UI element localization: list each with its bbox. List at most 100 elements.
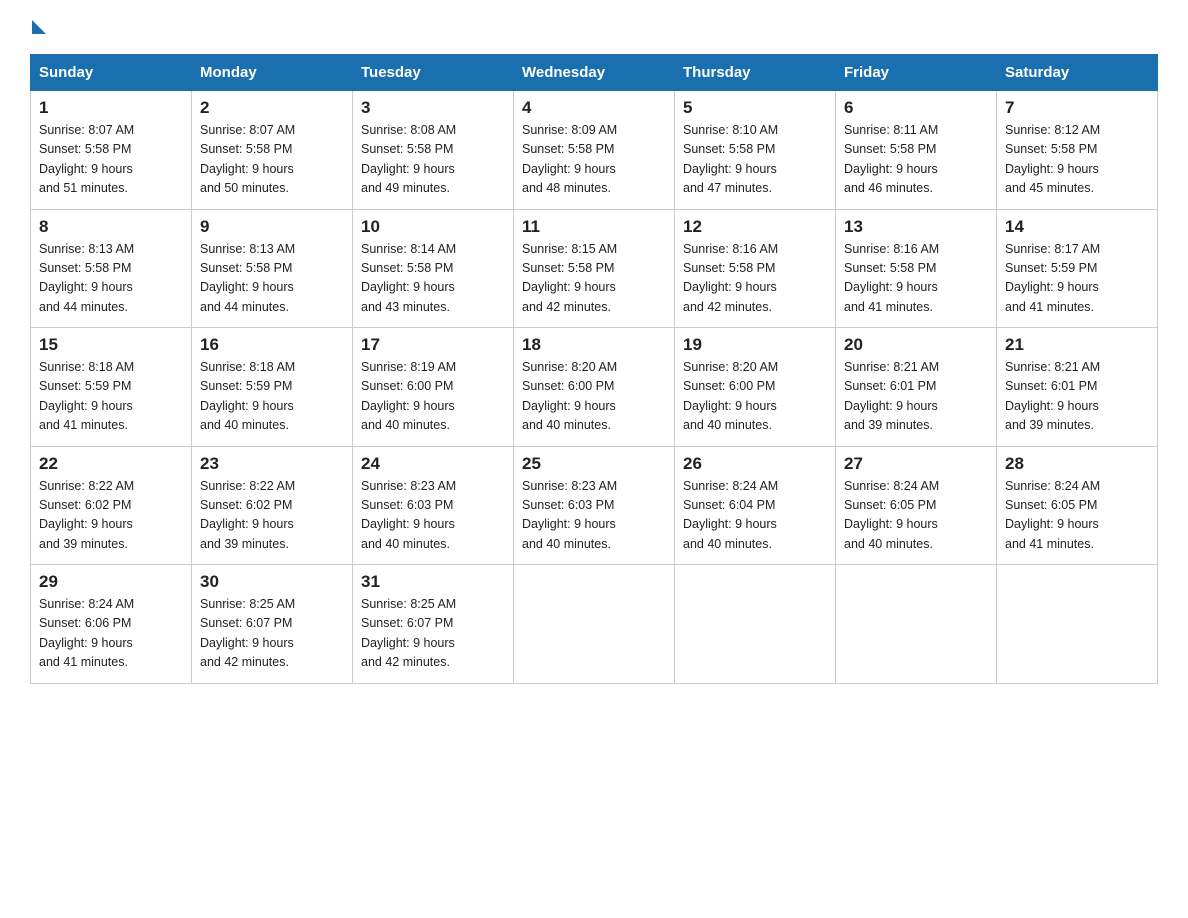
day-number: 18 [522, 335, 666, 355]
day-info: Sunrise: 8:22 AMSunset: 6:02 PMDaylight:… [200, 477, 344, 555]
day-info: Sunrise: 8:10 AMSunset: 5:58 PMDaylight:… [683, 121, 827, 199]
day-number: 20 [844, 335, 988, 355]
day-number: 29 [39, 572, 183, 592]
day-number: 19 [683, 335, 827, 355]
week-row-3: 15 Sunrise: 8:18 AMSunset: 5:59 PMDaylig… [31, 328, 1158, 447]
logo [30, 20, 46, 36]
calendar-cell: 14 Sunrise: 8:17 AMSunset: 5:59 PMDaylig… [997, 209, 1158, 328]
calendar-cell: 18 Sunrise: 8:20 AMSunset: 6:00 PMDaylig… [514, 328, 675, 447]
calendar-cell [514, 565, 675, 684]
day-info: Sunrise: 8:25 AMSunset: 6:07 PMDaylight:… [200, 595, 344, 673]
day-number: 15 [39, 335, 183, 355]
day-info: Sunrise: 8:23 AMSunset: 6:03 PMDaylight:… [522, 477, 666, 555]
day-info: Sunrise: 8:07 AMSunset: 5:58 PMDaylight:… [39, 121, 183, 199]
day-info: Sunrise: 8:19 AMSunset: 6:00 PMDaylight:… [361, 358, 505, 436]
day-info: Sunrise: 8:08 AMSunset: 5:58 PMDaylight:… [361, 121, 505, 199]
calendar-cell: 16 Sunrise: 8:18 AMSunset: 5:59 PMDaylig… [192, 328, 353, 447]
calendar-cell: 25 Sunrise: 8:23 AMSunset: 6:03 PMDaylig… [514, 446, 675, 565]
calendar-cell: 5 Sunrise: 8:10 AMSunset: 5:58 PMDayligh… [675, 91, 836, 210]
calendar-cell: 27 Sunrise: 8:24 AMSunset: 6:05 PMDaylig… [836, 446, 997, 565]
day-number: 2 [200, 98, 344, 118]
day-info: Sunrise: 8:16 AMSunset: 5:58 PMDaylight:… [683, 240, 827, 318]
logo-blue-text [30, 20, 46, 36]
calendar-cell: 4 Sunrise: 8:09 AMSunset: 5:58 PMDayligh… [514, 91, 675, 210]
day-number: 26 [683, 454, 827, 474]
calendar-cell: 17 Sunrise: 8:19 AMSunset: 6:00 PMDaylig… [353, 328, 514, 447]
day-info: Sunrise: 8:14 AMSunset: 5:58 PMDaylight:… [361, 240, 505, 318]
calendar-cell: 9 Sunrise: 8:13 AMSunset: 5:58 PMDayligh… [192, 209, 353, 328]
calendar-cell: 23 Sunrise: 8:22 AMSunset: 6:02 PMDaylig… [192, 446, 353, 565]
day-number: 30 [200, 572, 344, 592]
weekday-header-sunday: Sunday [31, 55, 192, 91]
weekday-header-friday: Friday [836, 55, 997, 91]
day-number: 16 [200, 335, 344, 355]
calendar-cell: 1 Sunrise: 8:07 AMSunset: 5:58 PMDayligh… [31, 91, 192, 210]
day-info: Sunrise: 8:13 AMSunset: 5:58 PMDaylight:… [200, 240, 344, 318]
weekday-header-tuesday: Tuesday [353, 55, 514, 91]
calendar-cell [997, 565, 1158, 684]
calendar-cell: 6 Sunrise: 8:11 AMSunset: 5:58 PMDayligh… [836, 91, 997, 210]
day-number: 25 [522, 454, 666, 474]
day-number: 12 [683, 217, 827, 237]
day-number: 31 [361, 572, 505, 592]
calendar-cell: 26 Sunrise: 8:24 AMSunset: 6:04 PMDaylig… [675, 446, 836, 565]
calendar-cell: 22 Sunrise: 8:22 AMSunset: 6:02 PMDaylig… [31, 446, 192, 565]
calendar-cell: 3 Sunrise: 8:08 AMSunset: 5:58 PMDayligh… [353, 91, 514, 210]
calendar-cell: 28 Sunrise: 8:24 AMSunset: 6:05 PMDaylig… [997, 446, 1158, 565]
day-number: 7 [1005, 98, 1149, 118]
day-number: 24 [361, 454, 505, 474]
calendar-cell: 31 Sunrise: 8:25 AMSunset: 6:07 PMDaylig… [353, 565, 514, 684]
day-number: 21 [1005, 335, 1149, 355]
weekday-header-thursday: Thursday [675, 55, 836, 91]
calendar-cell: 13 Sunrise: 8:16 AMSunset: 5:58 PMDaylig… [836, 209, 997, 328]
calendar-cell: 20 Sunrise: 8:21 AMSunset: 6:01 PMDaylig… [836, 328, 997, 447]
weekday-header-row: SundayMondayTuesdayWednesdayThursdayFrid… [31, 55, 1158, 91]
day-number: 9 [200, 217, 344, 237]
day-info: Sunrise: 8:18 AMSunset: 5:59 PMDaylight:… [39, 358, 183, 436]
day-info: Sunrise: 8:20 AMSunset: 6:00 PMDaylight:… [522, 358, 666, 436]
week-row-4: 22 Sunrise: 8:22 AMSunset: 6:02 PMDaylig… [31, 446, 1158, 565]
calendar-cell: 21 Sunrise: 8:21 AMSunset: 6:01 PMDaylig… [997, 328, 1158, 447]
day-info: Sunrise: 8:24 AMSunset: 6:06 PMDaylight:… [39, 595, 183, 673]
page-header [30, 20, 1158, 36]
day-number: 11 [522, 217, 666, 237]
day-info: Sunrise: 8:07 AMSunset: 5:58 PMDaylight:… [200, 121, 344, 199]
calendar-cell: 7 Sunrise: 8:12 AMSunset: 5:58 PMDayligh… [997, 91, 1158, 210]
day-number: 17 [361, 335, 505, 355]
calendar-cell: 2 Sunrise: 8:07 AMSunset: 5:58 PMDayligh… [192, 91, 353, 210]
day-info: Sunrise: 8:24 AMSunset: 6:05 PMDaylight:… [1005, 477, 1149, 555]
calendar-cell [675, 565, 836, 684]
calendar-cell: 29 Sunrise: 8:24 AMSunset: 6:06 PMDaylig… [31, 565, 192, 684]
day-info: Sunrise: 8:13 AMSunset: 5:58 PMDaylight:… [39, 240, 183, 318]
weekday-header-wednesday: Wednesday [514, 55, 675, 91]
week-row-1: 1 Sunrise: 8:07 AMSunset: 5:58 PMDayligh… [31, 91, 1158, 210]
day-info: Sunrise: 8:22 AMSunset: 6:02 PMDaylight:… [39, 477, 183, 555]
day-info: Sunrise: 8:09 AMSunset: 5:58 PMDaylight:… [522, 121, 666, 199]
day-info: Sunrise: 8:25 AMSunset: 6:07 PMDaylight:… [361, 595, 505, 673]
day-info: Sunrise: 8:23 AMSunset: 6:03 PMDaylight:… [361, 477, 505, 555]
day-number: 8 [39, 217, 183, 237]
day-number: 3 [361, 98, 505, 118]
day-number: 27 [844, 454, 988, 474]
calendar-cell: 24 Sunrise: 8:23 AMSunset: 6:03 PMDaylig… [353, 446, 514, 565]
day-info: Sunrise: 8:21 AMSunset: 6:01 PMDaylight:… [844, 358, 988, 436]
day-number: 23 [200, 454, 344, 474]
day-info: Sunrise: 8:18 AMSunset: 5:59 PMDaylight:… [200, 358, 344, 436]
calendar-cell: 8 Sunrise: 8:13 AMSunset: 5:58 PMDayligh… [31, 209, 192, 328]
calendar-cell: 12 Sunrise: 8:16 AMSunset: 5:58 PMDaylig… [675, 209, 836, 328]
calendar-cell: 11 Sunrise: 8:15 AMSunset: 5:58 PMDaylig… [514, 209, 675, 328]
day-number: 4 [522, 98, 666, 118]
calendar-table: SundayMondayTuesdayWednesdayThursdayFrid… [30, 54, 1158, 684]
day-info: Sunrise: 8:21 AMSunset: 6:01 PMDaylight:… [1005, 358, 1149, 436]
day-number: 28 [1005, 454, 1149, 474]
week-row-2: 8 Sunrise: 8:13 AMSunset: 5:58 PMDayligh… [31, 209, 1158, 328]
day-number: 6 [844, 98, 988, 118]
day-number: 10 [361, 217, 505, 237]
day-info: Sunrise: 8:15 AMSunset: 5:58 PMDaylight:… [522, 240, 666, 318]
day-info: Sunrise: 8:11 AMSunset: 5:58 PMDaylight:… [844, 121, 988, 199]
day-number: 1 [39, 98, 183, 118]
weekday-header-saturday: Saturday [997, 55, 1158, 91]
day-number: 22 [39, 454, 183, 474]
day-info: Sunrise: 8:16 AMSunset: 5:58 PMDaylight:… [844, 240, 988, 318]
day-info: Sunrise: 8:20 AMSunset: 6:00 PMDaylight:… [683, 358, 827, 436]
